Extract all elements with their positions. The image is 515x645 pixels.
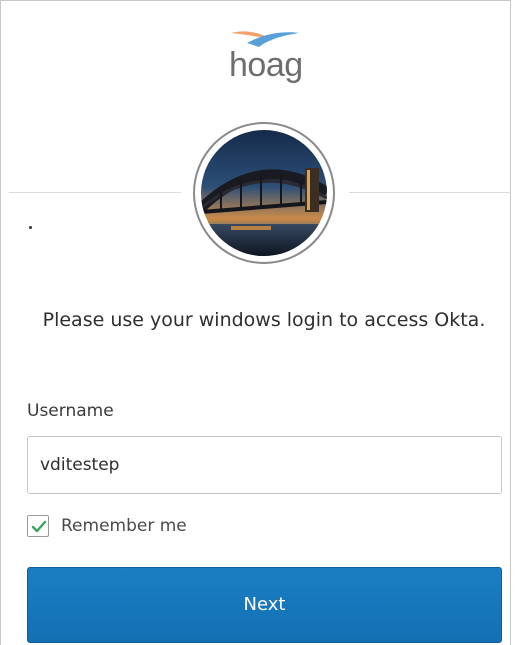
divider-left — [9, 192, 181, 193]
username-input[interactable] — [27, 436, 502, 494]
username-label: Username — [27, 401, 114, 421]
remember-me-row[interactable]: Remember me — [27, 513, 187, 539]
logo-text: hoag — [229, 46, 303, 84]
bridge-photo-icon — [201, 130, 327, 256]
remember-me-label: Remember me — [61, 516, 187, 536]
next-button[interactable]: Next — [27, 567, 502, 643]
checkmark-icon — [31, 520, 47, 533]
login-instruction: Please use your windows login to access … — [42, 309, 486, 331]
user-avatar — [193, 122, 335, 264]
hoag-logo: hoag — [223, 27, 303, 87]
stray-dot — [29, 226, 32, 229]
divider-right — [349, 192, 511, 193]
remember-me-checkbox[interactable] — [27, 515, 49, 537]
sign-in-card: hoag Please use your windows login to ac… — [0, 0, 511, 645]
